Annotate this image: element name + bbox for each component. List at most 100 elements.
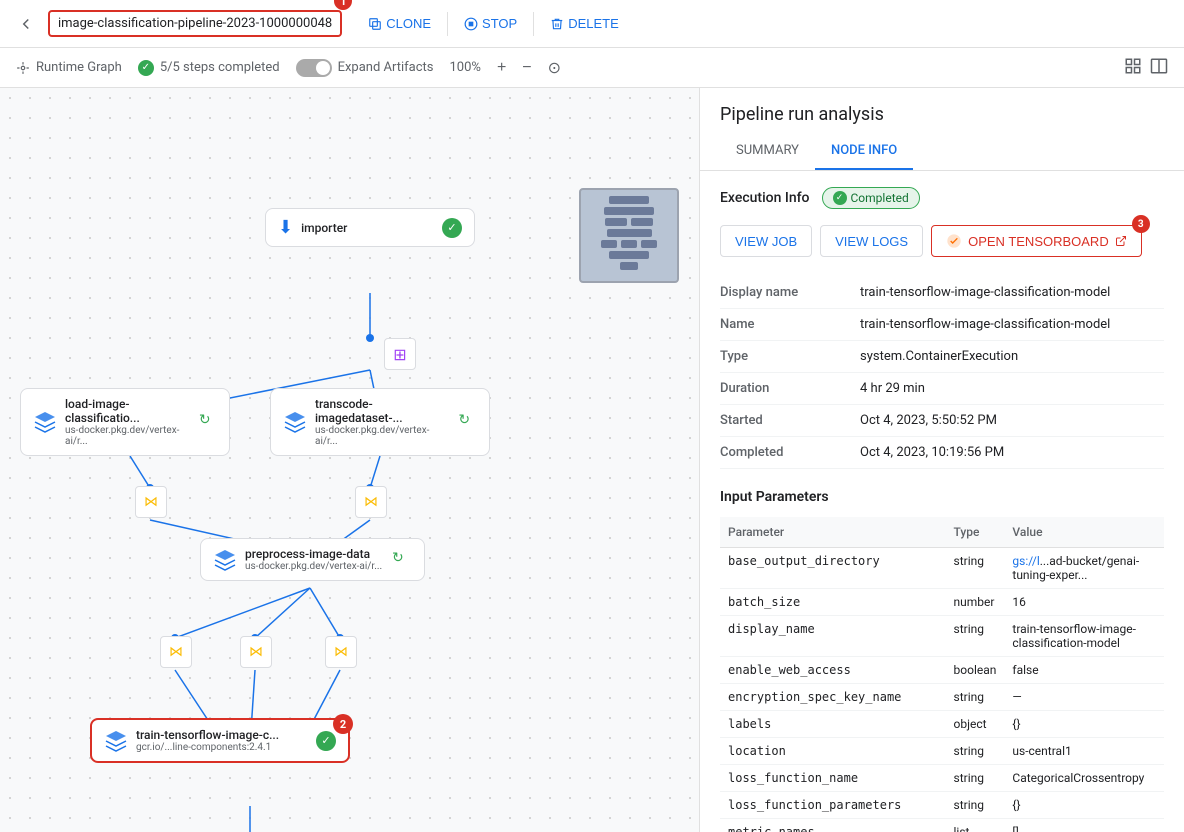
param-row: metric_nameslist[] — [720, 819, 1164, 832]
clone-button[interactable]: CLONE — [368, 16, 431, 31]
delete-label: DELETE — [568, 16, 619, 31]
param-row: labelsobject{} — [720, 711, 1164, 738]
delete-button[interactable]: DELETE — [550, 16, 619, 31]
param-name: batch_size — [720, 589, 946, 616]
param-name: display_name — [720, 616, 946, 657]
param-type: string — [946, 548, 1005, 589]
connector-grid-top: ⊞ — [384, 338, 416, 370]
view-logs-button[interactable]: VIEW LOGS — [820, 225, 923, 257]
split-view-button[interactable] — [1150, 57, 1168, 78]
param-type: string — [946, 792, 1005, 819]
param-value: — — [1004, 684, 1164, 711]
graph-panel[interactable]: ⬇ importer ✓ ⊞ load-image-classificatio.… — [0, 88, 700, 832]
info-table: Display name train-tensorflow-image-clas… — [720, 277, 1164, 469]
tab-summary[interactable]: SUMMARY — [720, 133, 815, 170]
connector-flow-bl: ⋈ — [160, 636, 192, 668]
display-name-value: train-tensorflow-image-classification-mo… — [860, 277, 1164, 309]
zoom-out-button[interactable]: − — [522, 59, 531, 77]
param-name: loss_function_parameters — [720, 792, 946, 819]
param-name: loss_function_name — [720, 765, 946, 792]
toolbar: Runtime Graph 5/5 steps completed Expand… — [0, 48, 1184, 88]
main-content: ⬇ importer ✓ ⊞ load-image-classificatio.… — [0, 88, 1184, 832]
zoom-level: 100% — [450, 60, 481, 75]
zoom-in-button[interactable]: + — [497, 59, 506, 77]
node-importer[interactable]: ⬇ importer ✓ — [265, 208, 475, 247]
node-preprocess-sub: us-docker.pkg.dev/vertex-ai/r... — [245, 561, 382, 572]
runtime-graph-item[interactable]: Runtime Graph — [16, 60, 122, 75]
display-name-label: Display name — [720, 277, 860, 309]
param-row: encryption_spec_key_namestring— — [720, 684, 1164, 711]
view-job-button[interactable]: VIEW JOB — [720, 225, 812, 257]
download-icon: ⬇ — [278, 217, 293, 238]
connector-flow-br: ⋈ — [325, 636, 357, 668]
param-row: display_namestringtrain-tensorflow-image… — [720, 616, 1164, 657]
badge-1: 1 — [334, 0, 352, 10]
header: image-classification-pipeline-2023-10000… — [0, 0, 1184, 48]
param-value: train-tensorflow-image-classification-mo… — [1004, 616, 1164, 657]
completed-label: Completed — [720, 437, 860, 469]
node-preprocess[interactable]: preprocess-image-data us-docker.pkg.dev/… — [200, 538, 425, 581]
execution-info: Execution Info Completed — [720, 187, 1164, 209]
param-value-link[interactable]: gs://l — [1012, 554, 1039, 568]
header-actions: CLONE STOP DELETE — [368, 12, 619, 36]
type-value: system.ContainerExecution — [860, 341, 1164, 373]
param-row: batch_sizenumber16 — [720, 589, 1164, 616]
panel-content: Execution Info Completed VIEW JOB VIEW L… — [700, 171, 1184, 832]
steps-label: 5/5 steps completed — [160, 60, 280, 75]
param-value: us-central1 — [1004, 738, 1164, 765]
info-row-started: Started Oct 4, 2023, 5:50:52 PM — [720, 405, 1164, 437]
info-row-duration: Duration 4 hr 29 min — [720, 373, 1164, 405]
badge-3: 3 — [1132, 215, 1150, 233]
param-type: string — [946, 765, 1005, 792]
right-panel: Pipeline run analysis SUMMARY NODE INFO … — [700, 88, 1184, 832]
tab-node-info[interactable]: NODE INFO — [815, 133, 913, 170]
node-train-status: ✓ — [316, 731, 336, 751]
param-type: list — [946, 819, 1005, 832]
node-train[interactable]: train-tensorflow-image-c... gcr.io/...li… — [90, 718, 350, 763]
node-load[interactable]: load-image-classificatio... us-docker.pk… — [20, 388, 230, 456]
grid-view-button[interactable] — [1124, 57, 1142, 78]
panel-tabs: SUMMARY NODE INFO — [700, 133, 1184, 171]
clone-label: CLONE — [386, 16, 431, 31]
open-tensorboard-button[interactable]: OPEN TENSORBOARD — [931, 225, 1142, 257]
info-row-name: Name train-tensorflow-image-classificati… — [720, 309, 1164, 341]
input-params-title: Input Parameters — [720, 489, 1164, 505]
param-row: enable_web_accessbooleanfalse — [720, 657, 1164, 684]
node-train-label: train-tensorflow-image-c... — [136, 728, 279, 742]
steps-completed: 5/5 steps completed — [138, 60, 280, 76]
param-value: {} — [1004, 711, 1164, 738]
zoom-reset-button[interactable]: ⊙ — [548, 58, 561, 78]
connector-flow-left: ⋈ — [135, 486, 167, 518]
node-load-label: load-image-classificatio... — [65, 397, 191, 425]
preview-thumbnail — [579, 188, 679, 283]
param-type: number — [946, 589, 1005, 616]
param-type: string — [946, 738, 1005, 765]
stop-button[interactable]: STOP — [464, 16, 517, 31]
node-transcode-sub: us-docker.pkg.dev/vertex-ai/r... — [315, 425, 450, 447]
info-row-display-name: Display name train-tensorflow-image-clas… — [720, 277, 1164, 309]
param-name: metric_names — [720, 819, 946, 832]
connector-flow-bm: ⋈ — [240, 636, 272, 668]
badge-2: 2 — [333, 714, 353, 734]
param-name: base_output_directory — [720, 548, 946, 589]
param-type: string — [946, 684, 1005, 711]
node-preprocess-refresh: ↻ — [392, 550, 412, 570]
param-type: object — [946, 711, 1005, 738]
type-label: Type — [720, 341, 860, 373]
col-type: Type — [946, 517, 1005, 548]
node-transcode[interactable]: transcode-imagedataset-... us-docker.pkg… — [270, 388, 490, 456]
name-label: Name — [720, 309, 860, 341]
started-value: Oct 4, 2023, 5:50:52 PM — [860, 405, 1164, 437]
param-value: gs://l...ad-bucket/genai-tuning-exper... — [1004, 548, 1164, 589]
node-transcode-label: transcode-imagedataset-... — [315, 397, 450, 425]
back-button[interactable] — [12, 10, 40, 38]
cube-icon-load — [33, 410, 57, 434]
info-row-completed: Completed Oct 4, 2023, 10:19:56 PM — [720, 437, 1164, 469]
param-name: enable_web_access — [720, 657, 946, 684]
expand-artifacts[interactable]: Expand Artifacts — [296, 59, 434, 77]
node-train-sub: gcr.io/...line-components:2.4.1 — [136, 742, 279, 753]
action-buttons: VIEW JOB VIEW LOGS OPEN TENSORBOARD 3 — [720, 225, 1164, 257]
param-value: {} — [1004, 792, 1164, 819]
panel-title: Pipeline run analysis — [700, 88, 1184, 125]
name-value: train-tensorflow-image-classification-mo… — [860, 309, 1164, 341]
